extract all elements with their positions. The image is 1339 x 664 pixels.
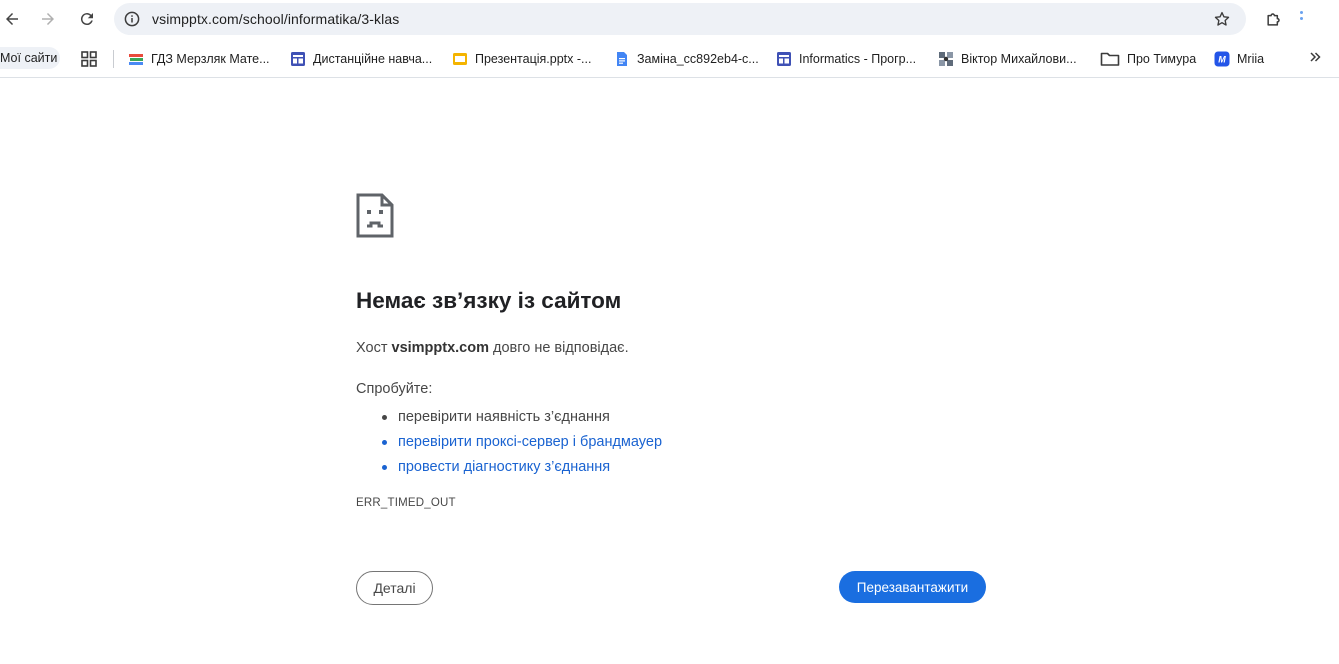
star-icon [1214, 11, 1230, 26]
bookmark-label: Презентація.pptx -... [475, 52, 592, 66]
info-icon [124, 11, 140, 27]
bookmark-item[interactable]: Заміна_cc892eb4-c... [614, 49, 759, 69]
bookmark-label: ГДЗ Мерзляк Мате... [151, 52, 270, 66]
details-button[interactable]: Деталі [356, 571, 433, 605]
error-code: ERR_TIMED_OUT [356, 497, 456, 509]
bookmark-item[interactable]: ГДЗ Мерзляк Мате... [128, 49, 270, 69]
double-chevron-right-icon [1310, 52, 1321, 62]
arrow-left-icon [6, 13, 18, 25]
bookmarks-separator [113, 50, 114, 68]
try-label: Спробуйте: [356, 381, 433, 397]
address-bar[interactable]: vsimpptx.com/school/informatika/3-klas [114, 3, 1246, 35]
url-text: vsimpptx.com/school/informatika/3-klas [152, 11, 400, 27]
bookmarks-bar: Мої сайти ГДЗ Мерзляк Мате... Дистанційн… [0, 40, 1339, 78]
reload-icon [80, 13, 93, 26]
bookmark-star-button[interactable] [1212, 9, 1232, 29]
back-button[interactable] [0, 7, 24, 31]
browser-toolbar: vsimpptx.com/school/informatika/3-klas [0, 0, 1339, 38]
bookmark-item[interactable]: Informatics - Прогр... [776, 49, 916, 69]
slides-icon [452, 51, 468, 67]
bookmark-label: Mriia [1237, 52, 1265, 66]
bookmark-folder[interactable]: Про Тимура [1100, 49, 1196, 69]
tile-icon [938, 51, 954, 67]
sites-icon [290, 51, 306, 67]
suggestions-list: перевірити наявність з’єднання перевірит… [380, 405, 662, 480]
arrow-right-icon [42, 13, 54, 25]
folder-icon [1100, 51, 1120, 67]
apps-button[interactable] [80, 50, 98, 68]
bookmark-item[interactable]: Віктор Михайлови... [938, 49, 1077, 69]
mriia-icon: M [1214, 51, 1230, 67]
forward-button[interactable] [36, 7, 60, 31]
books-icon [128, 51, 144, 67]
docs-icon [614, 51, 630, 67]
suggestion-check-connection: перевірити наявність з’єднання [380, 405, 662, 430]
error-title: Немає зв’язку із сайтом [356, 288, 622, 313]
bookmark-item[interactable]: M Mriia [1214, 49, 1264, 69]
desc-prefix: Хост [356, 340, 392, 356]
svg-text:M: M [1218, 55, 1226, 65]
reload-toolbar-button[interactable] [75, 7, 99, 31]
menu-dot-icon [1300, 11, 1303, 14]
browser-menu-button[interactable] [1300, 11, 1303, 27]
bookmark-label: Віктор Михайлови... [961, 52, 1077, 66]
apps-grid-icon [81, 51, 97, 67]
sad-page-icon [356, 193, 394, 238]
bookmark-label: Про Тимура [1127, 52, 1197, 66]
desc-host: vsimpptx.com [391, 340, 490, 356]
error-description: Хост vsimpptx.com довго не відповідає. [356, 340, 629, 356]
bookmark-label: Заміна_cc892eb4-c... [637, 52, 759, 66]
suggestion-check-proxy-link[interactable]: перевірити проксі-сервер і брандмауер [380, 430, 662, 455]
site-info-button[interactable] [122, 9, 142, 29]
bookmark-my-sites[interactable]: Мої сайти [0, 47, 61, 69]
menu-dot-icon [1300, 17, 1303, 20]
bookmark-item[interactable]: Дистанційне навча... [290, 49, 432, 69]
puzzle-icon [1267, 13, 1280, 26]
reload-button[interactable]: Перезавантажити [839, 571, 986, 603]
extensions-button[interactable] [1262, 7, 1286, 31]
more-bookmarks-button[interactable] [1308, 50, 1324, 68]
bookmark-label: Informatics - Прогр... [799, 52, 917, 66]
suggestion-run-diagnostics-link[interactable]: провести діагностику з’єднання [380, 455, 662, 480]
sites-icon [776, 51, 792, 67]
bookmark-label: Дистанційне навча... [313, 52, 433, 66]
bookmark-item[interactable]: Презентація.pptx -... [452, 49, 591, 69]
desc-suffix: довго не відповідає. [489, 340, 629, 356]
